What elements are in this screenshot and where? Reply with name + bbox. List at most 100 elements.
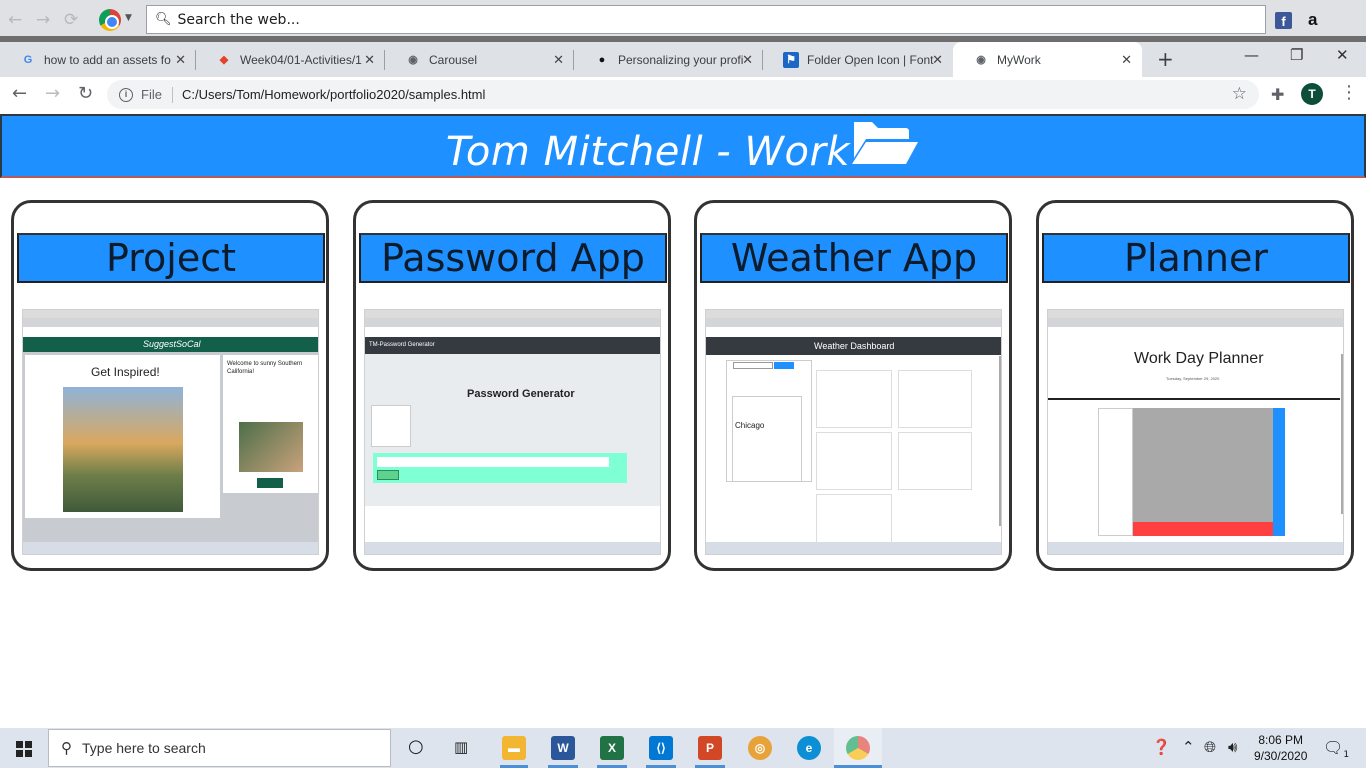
address-bar[interactable]: i File C:/Users/Tom/Homework/portfolio20… — [107, 80, 1259, 109]
close-icon[interactable]: ✕ — [742, 52, 753, 68]
outer-back-icon[interactable]: ← — [8, 10, 22, 30]
weather-app-screenshot[interactable]: Weather Dashboard Chicago — [705, 309, 1002, 555]
github-icon: ● — [598, 53, 606, 66]
outer-forward-icon[interactable]: → — [36, 10, 50, 30]
clock-date: 9/30/2020 — [1254, 749, 1308, 763]
chevron-up-icon[interactable]: ⌃ — [1182, 738, 1195, 756]
tab-title: Week04/01-Activities/1 — [240, 52, 362, 67]
minimize-icon[interactable]: — — [1244, 46, 1259, 64]
search-icon: ⚲ — [61, 740, 72, 757]
excel-icon[interactable]: X — [600, 736, 624, 760]
tab-mywork[interactable]: ◉ MyWork ✕ — [953, 42, 1142, 77]
new-tab-plus-icon[interactable]: + — [1157, 47, 1174, 71]
planner-card[interactable]: Planner Work Day Planner Tuesday, Septem… — [1036, 200, 1354, 571]
brave-browser-icon[interactable]: ◎ — [748, 736, 772, 760]
web-search-input[interactable]: 🔍︎ Search the web... — [146, 5, 1266, 34]
network-globe-icon[interactable]: 🌐︎ — [1204, 738, 1216, 756]
tab-folder-open-icon[interactable]: ⚑ Folder Open Icon | Font ✕ — [763, 42, 953, 77]
web-search-placeholder: Search the web... — [177, 11, 300, 28]
file-explorer-icon[interactable]: ▬ — [502, 736, 526, 760]
card-header: Weather App — [700, 233, 1008, 283]
tab-title: Folder Open Icon | Font — [807, 52, 934, 67]
site-header: Tom Mitchell - Work — [0, 114, 1366, 178]
chevron-down-icon[interactable]: ▼ — [125, 13, 132, 23]
fontawesome-flag-icon: ⚑ — [783, 51, 799, 68]
forward-icon[interactable]: → — [45, 83, 60, 104]
amazon-icon[interactable]: a — [1308, 10, 1317, 30]
close-icon[interactable]: ✕ — [1121, 52, 1132, 68]
screenshot-caption: Work Day Planner — [1134, 350, 1264, 367]
kebab-menu-icon[interactable]: ⋮ — [1340, 82, 1358, 103]
screenshot-caption: Password Generator — [467, 388, 575, 400]
clock-time: 8:06 PM — [1258, 733, 1304, 747]
vscode-icon[interactable]: ⟨⟩ — [649, 736, 673, 760]
cortana-icon[interactable]: ○ — [408, 736, 424, 757]
card-title: Project — [105, 236, 236, 280]
notification-icon[interactable]: 🗨︎1 — [1323, 738, 1349, 760]
help-icon[interactable]: ❓ — [1152, 738, 1171, 756]
restore-icon[interactable]: ❐ — [1290, 46, 1303, 64]
address-row: ← → ↻ i File C:/Users/Tom/Homework/portf… — [0, 77, 1366, 112]
reload-icon[interactable]: ↻ — [78, 83, 93, 104]
card-header: Project — [17, 233, 325, 283]
page-title: Tom Mitchell - Work — [445, 129, 851, 175]
screenshot-subtitle: Chicago — [735, 421, 765, 430]
outer-browser-toolbar: ← → ⟳ ▼ 🔍︎ Search the web... f a — [0, 0, 1366, 40]
address-url[interactable]: C:/Users/Tom/Homework/portfolio2020/samp… — [182, 87, 485, 102]
taskbar-search-input[interactable]: ⚲ Type here to search — [48, 729, 391, 767]
facebook-icon[interactable]: f — [1275, 12, 1292, 29]
screenshot-subtitle: TM-Password Generator — [369, 342, 435, 348]
close-icon[interactable]: ✕ — [364, 52, 375, 68]
windows-taskbar: ⚲ Type here to search ○ ▥ ▬ W X ⟨⟩ P ◎ e… — [0, 728, 1366, 768]
tab-week04[interactable]: ◆ Week04/01-Activities/1 ✕ — [196, 42, 385, 77]
windows-start-icon[interactable] — [16, 741, 32, 757]
search-icon: 🔍︎ — [155, 12, 172, 27]
password-app-screenshot[interactable]: TM-Password Generator Password Generator — [364, 309, 661, 555]
password-app-card[interactable]: Password App TM-Password Generator Passw… — [353, 200, 671, 571]
outer-reload-icon[interactable]: ⟳ — [64, 10, 78, 30]
tab-strip: G how to add an assets fo ✕ ◆ Week04/01-… — [0, 42, 1366, 77]
tab-title: Carousel — [429, 52, 478, 67]
card-title: Planner — [1124, 236, 1268, 280]
planner-screenshot[interactable]: Work Day Planner Tuesday, September 29, … — [1047, 309, 1344, 555]
card-header: Password App — [359, 233, 667, 283]
folder-open-icon — [852, 122, 919, 164]
edge-icon[interactable]: e — [797, 736, 821, 760]
card-title: Password App — [381, 236, 645, 280]
tab-personalizing[interactable]: ● Personalizing your profi ✕ — [574, 42, 763, 77]
task-view-icon[interactable]: ▥ — [454, 738, 468, 756]
tab-title: Personalizing your profi — [618, 52, 744, 67]
notification-count: 1 — [1343, 750, 1350, 761]
google-icon: G — [23, 53, 33, 66]
powerpoint-icon[interactable]: P — [698, 736, 722, 760]
taskbar-search-placeholder: Type here to search — [82, 740, 206, 756]
bookmark-star-icon[interactable]: ☆ — [1232, 84, 1247, 104]
project-screenshot[interactable]: SuggestSoCal Get Inspired! Welcome to su… — [22, 309, 319, 555]
close-icon[interactable]: ✕ — [553, 52, 564, 68]
close-icon[interactable]: ✕ — [175, 52, 186, 68]
tab-title: how to add an assets fo — [44, 52, 171, 67]
screenshot-subtitle: Welcome to sunny Southern California! — [227, 361, 303, 375]
card-header: Planner — [1042, 233, 1350, 283]
project-card[interactable]: Project SuggestSoCal Get Inspired! Welco… — [11, 200, 329, 571]
window-close-icon[interactable]: ✕ — [1336, 46, 1349, 64]
system-clock[interactable]: 8:06 PM 9/30/2020 — [1254, 732, 1307, 764]
info-icon[interactable]: i — [119, 87, 133, 102]
globe-icon: ◉ — [408, 54, 418, 66]
avatar[interactable]: T — [1301, 83, 1323, 105]
close-icon[interactable]: ✕ — [932, 52, 943, 68]
weather-app-card[interactable]: Weather App Weather Dashboard Chicago — [694, 200, 1012, 571]
active-app-highlight — [834, 728, 882, 768]
volume-icon[interactable]: 🔊︎ — [1228, 738, 1237, 756]
word-icon[interactable]: W — [551, 736, 575, 760]
divider — [171, 86, 173, 103]
tab-carousel[interactable]: ◉ Carousel ✕ — [385, 42, 574, 77]
address-prefix: File — [141, 87, 162, 102]
screenshot-brand: SuggestSoCal — [143, 339, 201, 349]
screenshot-caption: Get Inspired! — [91, 365, 160, 379]
back-icon[interactable]: ← — [12, 83, 27, 104]
extensions-puzzle-icon[interactable]: ✚ — [1271, 85, 1284, 104]
tab-assets[interactable]: G how to add an assets fo ✕ — [0, 42, 196, 77]
globe-icon: ◉ — [976, 54, 986, 66]
chrome-logo-icon[interactable] — [99, 9, 121, 31]
